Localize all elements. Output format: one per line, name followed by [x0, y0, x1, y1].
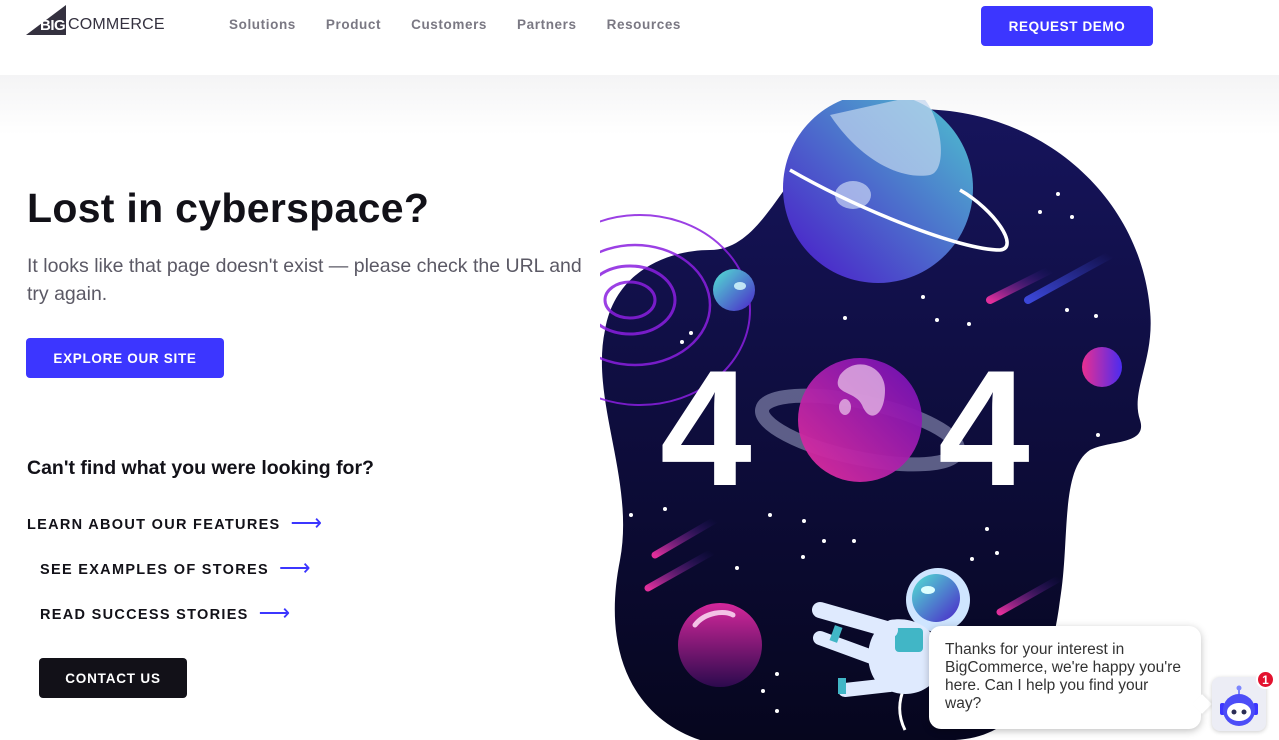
teal-planet — [713, 269, 755, 311]
arrow-right-icon: ⟶ — [290, 510, 324, 535]
nav-customers[interactable]: Customers — [411, 17, 487, 32]
logo-big-text: BIG — [40, 17, 66, 34]
link-label: READ SUCCESS STORIES — [40, 606, 249, 623]
bigcommerce-logo[interactable]: BIG COMMERCE — [26, 5, 166, 37]
arrow-right-icon: ⟶ — [278, 555, 312, 580]
nav-solutions[interactable]: Solutions — [229, 17, 296, 32]
success-stories-link[interactable]: READ SUCCESS STORIES ⟶ — [40, 600, 292, 625]
unread-badge: 1 — [1256, 670, 1275, 689]
chat-message-bubble[interactable]: Thanks for your interest in BigCommerce,… — [929, 626, 1201, 729]
arrow-right-icon: ⟶ — [258, 600, 292, 625]
help-heading: Can't find what you were looking for? — [27, 457, 374, 479]
magenta-planet — [678, 603, 762, 687]
nav-product[interactable]: Product — [326, 17, 381, 32]
page-title: Lost in cyberspace? — [27, 185, 430, 231]
contact-us-button[interactable]: CONTACT US — [39, 658, 187, 698]
explore-site-button[interactable]: EXPLORE OUR SITE — [26, 338, 224, 378]
digit-four-right: 4 — [938, 336, 1030, 520]
learn-features-link[interactable]: LEARN ABOUT OUR FEATURES ⟶ — [27, 510, 324, 535]
page-subtitle: It looks like that page doesn't exist — … — [27, 255, 582, 305]
digit-four-left: 4 — [660, 336, 752, 520]
link-label: SEE EXAMPLES OF STORES — [40, 561, 269, 578]
site-header: BIG COMMERCE Solutions Product Customers… — [0, 0, 1279, 75]
main-nav: Solutions Product Customers Partners Res… — [229, 17, 681, 32]
nav-resources[interactable]: Resources — [607, 17, 681, 32]
logo-commerce-text: COMMERCE — [68, 16, 165, 33]
request-demo-button[interactable]: REQUEST DEMO — [981, 6, 1153, 46]
see-examples-link[interactable]: SEE EXAMPLES OF STORES ⟶ — [40, 555, 312, 580]
nav-partners[interactable]: Partners — [517, 17, 577, 32]
small-pink-planet — [1082, 347, 1122, 387]
link-label: LEARN ABOUT OUR FEATURES — [27, 516, 281, 533]
